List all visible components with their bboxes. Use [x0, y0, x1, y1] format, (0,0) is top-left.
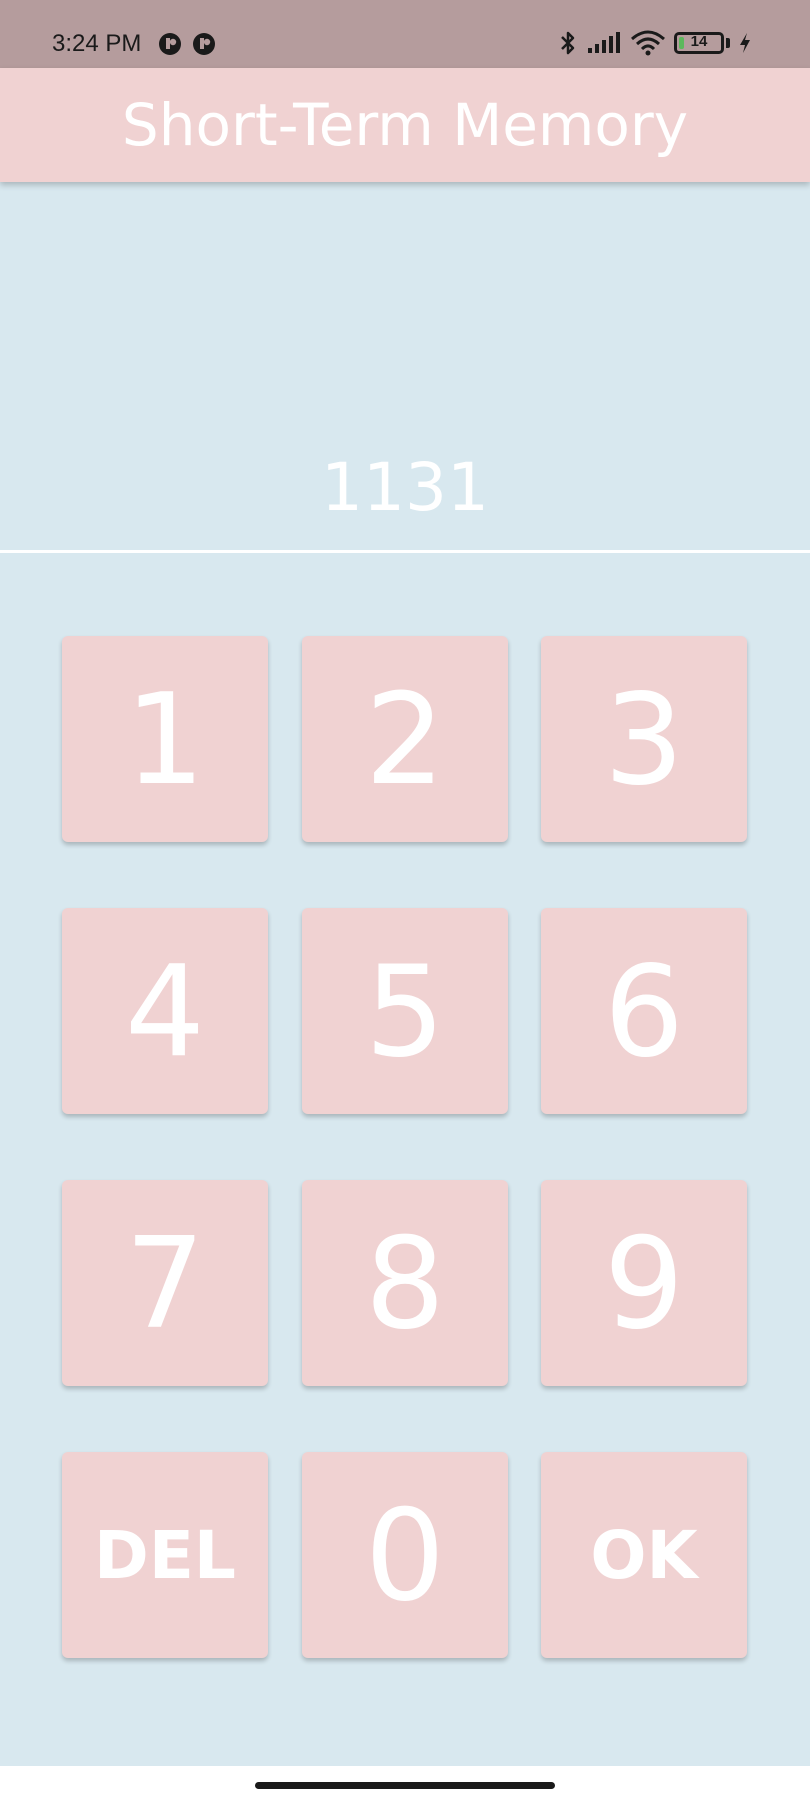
- key-2-button[interactable]: 2: [302, 636, 508, 842]
- key-1-button[interactable]: 1: [62, 636, 268, 842]
- wifi-icon: [631, 30, 665, 56]
- navigation-bar: [0, 1766, 810, 1800]
- entered-number: 1131: [321, 449, 489, 526]
- battery-tip: [726, 38, 730, 48]
- key-5-button[interactable]: 5: [302, 908, 508, 1114]
- status-bar: 3:24 PM 14: [0, 0, 810, 68]
- bluetooth-icon: [561, 31, 575, 55]
- home-indicator[interactable]: [255, 1782, 555, 1789]
- key-8-button[interactable]: 8: [302, 1180, 508, 1386]
- battery-icon: 14: [674, 32, 724, 54]
- app-title: Short-Term Memory: [121, 91, 689, 159]
- app-bar: Short-Term Memory: [0, 68, 810, 182]
- app-notification-icon: [159, 33, 181, 55]
- ok-button[interactable]: OK: [541, 1452, 747, 1658]
- key-9-button[interactable]: 9: [541, 1180, 747, 1386]
- key-0-button[interactable]: 0: [302, 1452, 508, 1658]
- app-notification-icon: [193, 33, 215, 55]
- key-4-button[interactable]: 4: [62, 908, 268, 1114]
- divider: [0, 550, 810, 553]
- status-icons: 14: [558, 28, 752, 58]
- status-time: 3:24 PM: [52, 30, 142, 57]
- charging-icon: [740, 33, 750, 53]
- key-6-button[interactable]: 6: [541, 908, 747, 1114]
- signal-icon: [588, 32, 620, 53]
- key-3-button[interactable]: 3: [541, 636, 747, 842]
- battery-level: 14: [690, 33, 708, 50]
- delete-button[interactable]: DEL: [62, 1452, 268, 1658]
- number-display: 1131: [0, 182, 810, 550]
- key-7-button[interactable]: 7: [62, 1180, 268, 1386]
